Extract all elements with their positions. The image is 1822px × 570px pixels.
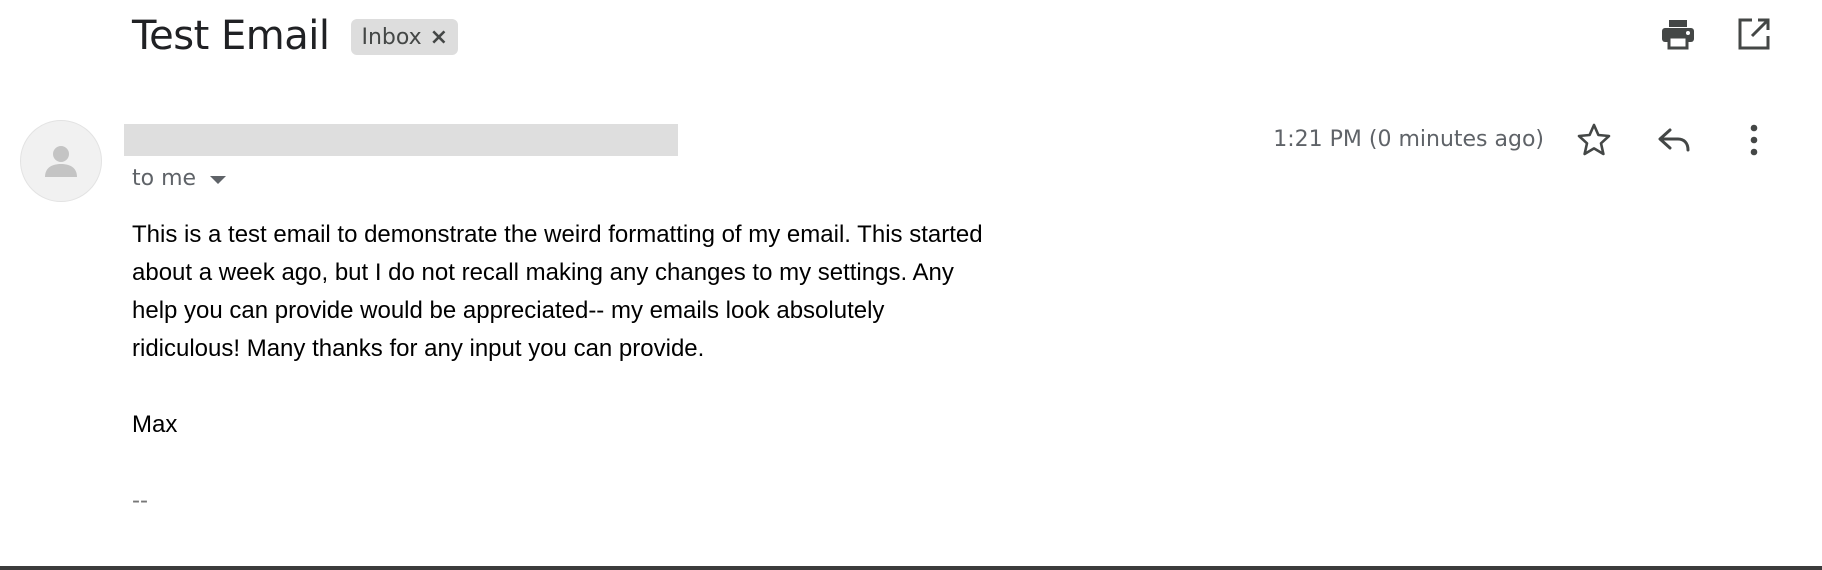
email-subject: Test Email — [132, 13, 330, 59]
reply-icon[interactable] — [1656, 122, 1692, 158]
label-chip-text: Inbox — [361, 24, 422, 50]
message-actions — [1576, 122, 1772, 158]
recipient-label: to me — [132, 166, 197, 191]
body-paragraph: This is a test email to demonstrate the … — [132, 221, 983, 362]
window-bottom-border — [0, 566, 1822, 570]
signature-separator: -- — [132, 487, 148, 514]
thread-toolbar — [1660, 16, 1772, 52]
open-in-new-window-icon[interactable] — [1736, 16, 1772, 52]
caret-down-icon — [210, 175, 227, 184]
message-timestamp: 1:21 PM (0 minutes ago) — [1273, 127, 1544, 152]
subject-row: Test Email Inbox × — [132, 10, 459, 62]
print-icon[interactable] — [1660, 16, 1696, 52]
sender-name-redacted — [124, 124, 678, 156]
sender-avatar[interactable] — [20, 120, 102, 202]
star-icon[interactable] — [1576, 122, 1612, 158]
remove-label-icon[interactable]: × — [430, 25, 448, 50]
more-vert-icon[interactable] — [1736, 122, 1772, 158]
label-chip-inbox[interactable]: Inbox × — [351, 19, 459, 55]
message-body: This is a test email to demonstrate the … — [132, 216, 992, 520]
recipient-details-toggle[interactable]: to me — [132, 166, 227, 191]
sign-off: Max — [132, 411, 178, 438]
email-view: Test Email Inbox × to me 1:21 PM (0 minu… — [0, 0, 1822, 566]
